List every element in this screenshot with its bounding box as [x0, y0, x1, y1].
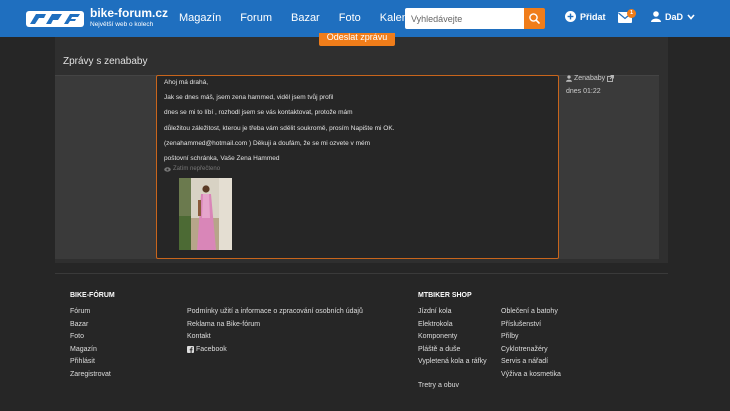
footer-link-advertising[interactable]: Reklama na Bike-fórum	[187, 320, 260, 329]
message-line: dnes se mi to líbí , rozhodl jsem se vás…	[164, 109, 353, 117]
footer-link-shop[interactable]: Servis a nářadí	[501, 357, 548, 366]
footer-link-forum[interactable]: Fórum	[70, 307, 90, 316]
facebook-icon	[187, 346, 194, 353]
facebook-label: Facebook	[196, 346, 227, 353]
message-line: Ahoj má drahá,	[164, 79, 209, 86]
footer-link-shop[interactable]: Výživa a kosmetika	[501, 370, 561, 379]
message-line: (zenahammed@hotmail.com ) Děkuji a doufá…	[164, 139, 371, 147]
bike-forum-logo[interactable]	[26, 9, 84, 29]
footer-link-bazar[interactable]: Bazar	[70, 320, 88, 329]
footer-link-magazin[interactable]: Magazín	[70, 345, 97, 354]
nav-magazin[interactable]: Magazín	[179, 12, 221, 25]
nav-foto[interactable]: Foto	[339, 12, 361, 25]
footer-link-shop[interactable]: Oblečení a batohy	[501, 307, 558, 316]
footer-link-register[interactable]: Zaregistrovat	[70, 370, 111, 379]
user-menu[interactable]: DaD	[651, 11, 695, 22]
user-icon	[651, 11, 661, 22]
footer-link-shop[interactable]: Jízdní kola	[418, 307, 451, 316]
search-icon	[529, 13, 540, 24]
footer-link-facebook[interactable]: Facebook	[187, 345, 227, 354]
search-input[interactable]	[405, 8, 524, 29]
plus-circle-icon	[565, 11, 576, 22]
nav-forum[interactable]: Forum	[240, 12, 272, 25]
message-author[interactable]: Zenababy	[566, 75, 615, 82]
footer-link-shop[interactable]: Tretry a obuv	[418, 381, 459, 390]
message-body: Ahoj má drahá, Jak se dnes máš, jsem zen…	[164, 79, 544, 170]
message-photo[interactable]	[179, 178, 232, 250]
footer-link-contact[interactable]: Kontakt	[187, 332, 211, 341]
footer-link-shop[interactable]: Přilby	[501, 332, 519, 341]
footer-divider	[55, 273, 668, 274]
main-nav: Magazín Forum Bazar Foto Kalendář	[179, 12, 443, 25]
footer-heading-mtbiker-shop: MTBIKER SHOP	[418, 292, 472, 299]
footer-link-foto[interactable]: Foto	[70, 332, 84, 341]
chevron-down-icon	[687, 13, 695, 20]
footer-link-shop[interactable]: Vypletená kola a ráfky	[418, 357, 490, 366]
footer-link-terms[interactable]: Podmínky užití a informace o zpracování …	[187, 307, 363, 316]
message-line: důležitou záležitost, kterou je třeba vá…	[164, 124, 395, 132]
read-status: Zatím nepřečteno	[164, 166, 220, 172]
nav-bazar[interactable]: Bazar	[291, 12, 320, 25]
brand-tagline: Největší web o kolech	[90, 21, 154, 28]
external-link-icon	[607, 75, 615, 82]
message-line: poštovní schránka, Vaše Zena Hammed	[164, 154, 280, 162]
message-time: dnes 01:22	[566, 88, 601, 95]
conversation-title: Zprávy s zenababy	[63, 56, 148, 67]
footer-link-shop[interactable]: Cyklotrenažéry	[501, 345, 548, 354]
add-label: Přidat	[580, 11, 606, 22]
footer-link-shop[interactable]: Pláště a duše	[418, 345, 460, 354]
eye-icon	[164, 166, 171, 172]
brand-name: bike-forum.cz	[90, 6, 169, 20]
footer-link-shop[interactable]: Komponenty	[418, 332, 457, 341]
read-status-label: Zatím nepřečteno	[173, 166, 221, 172]
user-icon	[566, 75, 572, 82]
author-name: Zenababy	[574, 75, 606, 82]
footer-heading-bike-forum: BIKE-FÓRUM	[70, 292, 115, 299]
footer-link-shop[interactable]: Příslušenství	[501, 320, 541, 329]
mail-count-badge: 1	[627, 9, 636, 18]
top-bar: bike-forum.cz Největší web o kolech Maga…	[0, 0, 730, 37]
send-message-button[interactable]: Odeslat zprávu	[319, 33, 395, 46]
footer-link-shop[interactable]: Elektrokola	[418, 320, 453, 329]
user-label: DaD	[665, 11, 684, 22]
footer-link-login[interactable]: Přihlásit	[70, 357, 95, 366]
brand[interactable]: bike-forum.cz Největší web o kolech	[90, 7, 168, 29]
add-button[interactable]: Přidat	[565, 11, 606, 22]
message-line: Jak se dnes máš, jsem zena hammed, viděl…	[164, 94, 334, 102]
search-button[interactable]	[524, 8, 545, 29]
